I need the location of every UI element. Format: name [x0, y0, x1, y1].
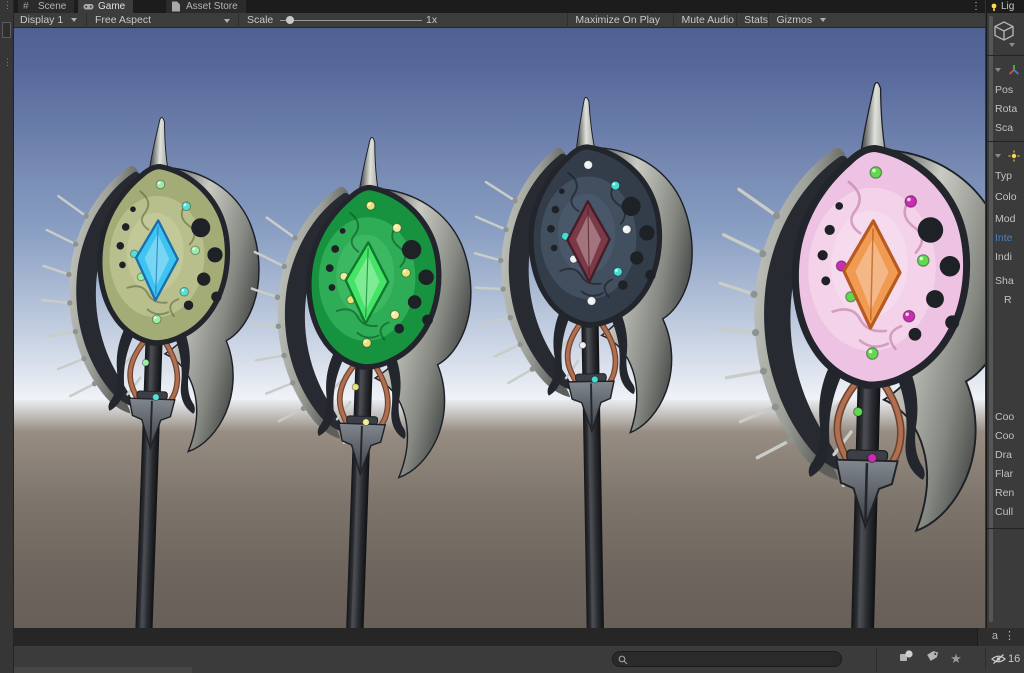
display-dropdown-label: Display 1: [20, 14, 63, 26]
property-label: Pos: [995, 81, 1024, 100]
property-label: R: [995, 291, 1024, 310]
grid-icon: #: [23, 1, 34, 12]
chevron-down-icon: [224, 19, 230, 23]
spacer: [995, 310, 1024, 408]
transform-component-header[interactable]: [995, 59, 1024, 81]
tab-scene-label: Scene: [38, 1, 66, 12]
tag-icon: [925, 649, 939, 663]
property-label: Sha: [995, 272, 1024, 291]
search-icon: [618, 655, 628, 665]
foldout-icon: [995, 154, 1001, 158]
game-view-toolbar: Display 1 Free Aspect Scale 1x Maximize …: [14, 13, 985, 28]
weapon-axe-1: [28, 110, 276, 628]
property-label: Typ: [995, 167, 1024, 186]
aspect-dropdown[interactable]: Free Aspect: [86, 13, 234, 28]
light-bulb-icon: [989, 2, 999, 12]
light-component-header[interactable]: [995, 145, 1024, 167]
gamepad-icon: [83, 1, 94, 12]
divider: [987, 528, 1024, 529]
drag-handle-icon[interactable]: ⋮: [3, 1, 12, 10]
game-viewport[interactable]: [14, 28, 985, 628]
panel-menu-icon[interactable]: ⋮: [1004, 628, 1015, 645]
aspect-dropdown-label: Free Aspect: [95, 14, 151, 26]
property-label: Mod: [995, 210, 1024, 229]
hidden-count: 16: [1008, 649, 1020, 669]
gizmos-dropdown[interactable]: Gizmos: [768, 13, 833, 28]
tab-asset-store-label: Asset Store: [186, 1, 238, 12]
maximize-on-play-button[interactable]: Maximize On Play: [567, 13, 667, 28]
scale-value: 1x: [426, 13, 437, 28]
drag-handle-icon[interactable]: ⋮: [3, 58, 12, 67]
property-label: Sca: [995, 119, 1024, 138]
display-dropdown[interactable]: Display 1: [20, 13, 77, 28]
scale-label: Scale: [238, 13, 273, 28]
eye-slash-icon: [991, 653, 1006, 665]
filter-by-type-button[interactable]: [894, 649, 918, 669]
property-label: Dra: [995, 446, 1024, 465]
panel-header-controls: a ⋮: [977, 628, 1024, 646]
chevron-down-icon: [820, 18, 826, 22]
tab-asset-store[interactable]: Asset Store: [166, 0, 246, 13]
transform-tool-icon: [1008, 64, 1020, 76]
shapes-icon: [899, 649, 914, 663]
chevron-down-icon: [71, 18, 77, 22]
hidden-objects-toggle[interactable]: 16: [985, 649, 1024, 669]
tab-game[interactable]: Game: [78, 0, 133, 13]
filter-by-label-button[interactable]: [920, 649, 944, 669]
unity-editor-window: ⋮ ⋮ # Scene Game Asset Store ⋮ Display 1: [0, 0, 1024, 673]
inspector-panel: Lig: [986, 0, 1024, 628]
weapon-axe-4: [704, 74, 985, 628]
property-label: Rota: [995, 100, 1024, 119]
property-label: Ren: [995, 484, 1024, 503]
left-dock-strip: ⋮ ⋮: [0, 0, 14, 673]
bottom-toolbar: ★ 16: [14, 646, 1024, 673]
property-label: Coo: [995, 427, 1024, 446]
divider: [987, 141, 1024, 142]
view-tabstrip: # Scene Game Asset Store ⋮: [14, 0, 985, 13]
inspector-scrollbar[interactable]: [989, 16, 993, 622]
favorites-star-icon[interactable]: ★: [944, 649, 968, 669]
foldout-icon: [995, 68, 1001, 72]
property-label: Colo: [995, 188, 1024, 207]
divider: [876, 648, 877, 671]
inspector-tab-label: Lig: [1001, 1, 1014, 12]
property-label: Flar: [995, 465, 1024, 484]
property-label: Cull: [995, 503, 1024, 522]
document-icon: [171, 1, 182, 12]
weapon-axe-3: [471, 92, 711, 628]
search-input[interactable]: [631, 652, 836, 666]
scale-slider-handle[interactable]: [286, 16, 294, 24]
inspector-tab[interactable]: Lig: [987, 0, 1024, 13]
panel-below-edge: [14, 667, 192, 673]
property-label-highlighted: Inte: [995, 229, 1024, 248]
tab-menu-icon[interactable]: ⋮: [971, 0, 981, 13]
lock-icon[interactable]: a: [992, 628, 998, 645]
search-box: [612, 651, 842, 667]
tab-game-label: Game: [98, 1, 125, 12]
property-label: Coo: [995, 408, 1024, 427]
bottom-panel-header: a ⋮: [14, 628, 1024, 646]
gameobject-icon[interactable]: [993, 20, 1024, 51]
tab-scene[interactable]: # Scene: [18, 0, 74, 13]
light-component-icon: [1008, 150, 1020, 162]
weapon-axe-2: [236, 130, 488, 628]
mute-audio-button[interactable]: Mute Audio: [673, 13, 741, 28]
divider: [987, 55, 1024, 56]
collapsed-panel-icon[interactable]: [2, 22, 11, 38]
property-label: Indi: [995, 248, 1024, 267]
scale-slider-track[interactable]: [280, 20, 422, 21]
